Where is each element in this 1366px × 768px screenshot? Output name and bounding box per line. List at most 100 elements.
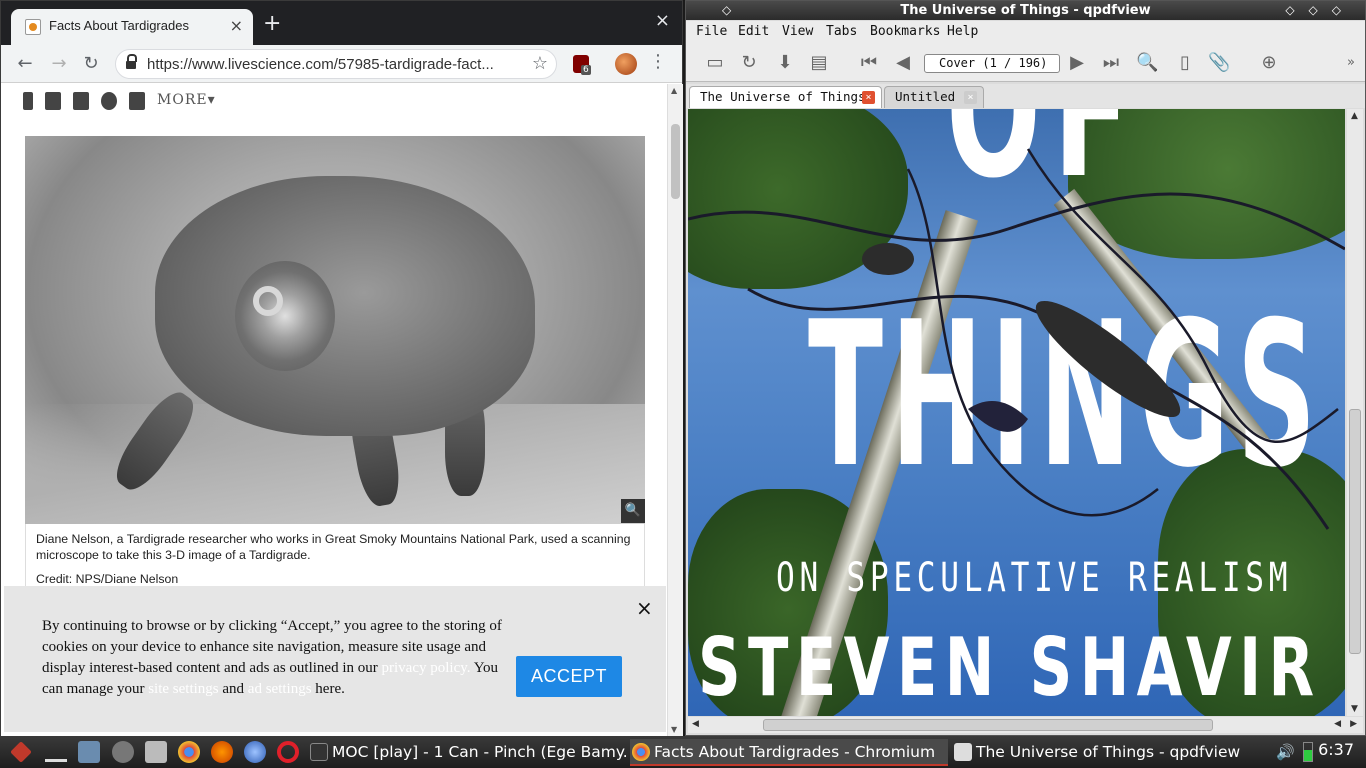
toolbar-overflow-icon[interactable]: » bbox=[1340, 53, 1362, 73]
site-settings-link[interactable]: site settings bbox=[148, 681, 218, 697]
profile-avatar[interactable] bbox=[615, 53, 637, 75]
scroll-left-arrow-icon[interactable]: ◀ bbox=[692, 719, 699, 729]
folder-icon[interactable] bbox=[145, 741, 167, 763]
menu-edit[interactable]: Edit bbox=[738, 24, 769, 39]
scroll-right-arrow-icon[interactable]: ▶ bbox=[1350, 719, 1357, 729]
tab-close-icon[interactable]: × bbox=[862, 91, 875, 104]
tab-label: Untitled bbox=[895, 89, 956, 104]
qpdf-title-bar: ◇ The Universe of Things - qpdfview ◇◇◇ bbox=[686, 1, 1365, 20]
pdf-horizontal-scrollbar[interactable]: ◀ ◀ ▶ bbox=[688, 717, 1363, 733]
cookie-consent-banner: By continuing to browse or by clicking “… bbox=[4, 586, 666, 732]
page-scrollbar[interactable]: ▲ ▼ bbox=[667, 84, 683, 736]
tardigrade-photo[interactable] bbox=[25, 136, 645, 524]
window-close-button[interactable]: × bbox=[655, 10, 670, 31]
share-bar: MORE▾ bbox=[23, 90, 216, 112]
pdf-document-icon bbox=[954, 743, 972, 761]
caption-text: Diane Nelson, a Tardigrade researcher wh… bbox=[36, 532, 631, 562]
scrollbar-thumb[interactable] bbox=[1349, 409, 1361, 654]
reload-icon[interactable]: ↻ bbox=[79, 52, 103, 76]
browser-globe-icon[interactable] bbox=[244, 741, 266, 763]
url-text[interactable]: https://www.livescience.com/57985-tardig… bbox=[147, 56, 519, 73]
file-manager-icon[interactable] bbox=[78, 741, 100, 763]
qpdf-tab-bar: The Universe of Things × Untitled × bbox=[686, 84, 1365, 108]
ublock-badge: 6 bbox=[581, 65, 591, 75]
search-icon[interactable]: 🔍 bbox=[1136, 53, 1158, 73]
cookie-close-icon[interactable]: × bbox=[636, 596, 653, 620]
menu-kebab-icon[interactable]: ⋮ bbox=[649, 51, 667, 72]
menu-file[interactable]: File bbox=[696, 24, 727, 39]
task-label: The Universe of Things - qpdfview bbox=[976, 743, 1241, 761]
open-icon[interactable]: ▭ bbox=[704, 53, 726, 73]
tab-close-icon[interactable]: × bbox=[964, 91, 977, 104]
photo-head bbox=[235, 261, 335, 371]
accept-button[interactable]: ACCEPT bbox=[516, 656, 622, 697]
first-page-icon[interactable]: ⏮ bbox=[858, 53, 880, 73]
flipboard-icon[interactable] bbox=[73, 92, 89, 110]
volume-icon[interactable]: 🔊 bbox=[1276, 743, 1295, 761]
menu-view[interactable]: View bbox=[782, 24, 813, 39]
start-menu-icon[interactable] bbox=[10, 741, 32, 763]
tab-untitled[interactable]: Untitled × bbox=[884, 86, 984, 108]
window-controls-icon[interactable]: ◇◇◇ bbox=[1285, 1, 1355, 20]
pdf-vertical-scrollbar[interactable]: ▲ ▼ bbox=[1347, 109, 1363, 716]
task-label: Facts About Tardigrades - Chromium bbox=[654, 743, 936, 761]
scroll-down-arrow-icon[interactable]: ▼ bbox=[1351, 704, 1358, 714]
stumbleupon-icon[interactable] bbox=[129, 92, 145, 110]
forward-arrow-icon[interactable]: → bbox=[47, 52, 71, 76]
scroll-left-arrow-icon[interactable]: ◀ bbox=[1334, 719, 1341, 729]
show-desktop-icon[interactable] bbox=[45, 748, 67, 762]
tab-close-icon[interactable]: × bbox=[230, 16, 243, 35]
scroll-up-arrow-icon[interactable]: ▲ bbox=[671, 86, 677, 95]
print-icon[interactable]: ▤ bbox=[808, 53, 830, 73]
tab-label: The Universe of Things bbox=[700, 89, 866, 104]
photo-body bbox=[155, 176, 535, 436]
last-page-icon[interactable]: ⏭ bbox=[1100, 53, 1122, 73]
scroll-down-arrow-icon[interactable]: ▼ bbox=[671, 725, 677, 734]
previous-page-icon[interactable]: ◀ bbox=[892, 53, 914, 73]
new-tab-button[interactable]: + bbox=[263, 11, 281, 36]
zoom-in-icon[interactable]: ⊕ bbox=[1258, 53, 1280, 73]
task-qpdfview[interactable]: The Universe of Things - qpdfview bbox=[952, 739, 1262, 766]
page-number-field[interactable]: Cover (1 / 196) bbox=[924, 54, 1060, 73]
attachment-icon[interactable]: 📎 bbox=[1208, 53, 1230, 73]
twitter-icon[interactable] bbox=[45, 92, 61, 110]
share-more-button[interactable]: MORE▾ bbox=[157, 92, 216, 110]
cookie-text-3: and bbox=[218, 681, 248, 697]
window-menu-icon[interactable]: ◇ bbox=[722, 1, 731, 20]
scrollbar-thumb[interactable] bbox=[671, 124, 680, 199]
scroll-up-arrow-icon[interactable]: ▲ bbox=[1351, 111, 1358, 121]
settings-gear-icon[interactable] bbox=[112, 741, 134, 763]
tab-universe-of-things[interactable]: The Universe of Things × bbox=[689, 86, 882, 108]
qpdf-toolbar: ▭ ↻ ⬇ ▤ ⏮ ◀ Cover (1 / 196) ▶ ⏭ 🔍 ▯ 📎 ⊕ … bbox=[686, 44, 1365, 82]
chromium-icon bbox=[632, 743, 650, 761]
reddit-icon[interactable] bbox=[101, 92, 117, 110]
cookie-text: By continuing to browse or by clicking “… bbox=[42, 616, 512, 700]
refresh-icon[interactable]: ↻ bbox=[738, 53, 760, 73]
save-icon[interactable]: ⬇ bbox=[774, 53, 796, 73]
browser-tab[interactable]: Facts About Tardigrades × bbox=[11, 9, 253, 45]
clock[interactable]: 6:37 bbox=[1318, 740, 1354, 759]
address-bar[interactable]: https://www.livescience.com/57985-tardig… bbox=[115, 49, 557, 79]
next-page-icon[interactable]: ▶ bbox=[1066, 53, 1088, 73]
firefox-launcher-icon[interactable] bbox=[211, 741, 233, 763]
ad-settings-link[interactable]: ad settings bbox=[248, 681, 312, 697]
menu-tabs[interactable]: Tabs bbox=[826, 24, 857, 39]
scrollbar-thumb[interactable] bbox=[763, 719, 1213, 731]
fit-page-icon[interactable]: ▯ bbox=[1174, 53, 1196, 73]
zoom-magnifier-icon[interactable]: 🔍 bbox=[621, 499, 645, 523]
privacy-policy-link[interactable]: privacy policy. bbox=[382, 660, 471, 676]
facebook-icon[interactable] bbox=[23, 92, 33, 110]
menu-help[interactable]: Help bbox=[947, 24, 978, 39]
bookmark-star-icon[interactable]: ☆ bbox=[532, 53, 548, 74]
taskbar: MOC [play] - 1 Can - Pinch (Ege Bamy... … bbox=[0, 736, 1366, 768]
chromium-launcher-icon[interactable] bbox=[178, 741, 200, 763]
task-label: MOC [play] - 1 Can - Pinch (Ege Bamy... bbox=[332, 743, 628, 761]
menu-bookmarks[interactable]: Bookmarks bbox=[870, 24, 940, 39]
lock-icon bbox=[126, 54, 137, 70]
opera-launcher-icon[interactable] bbox=[277, 741, 299, 763]
back-arrow-icon[interactable]: ← bbox=[13, 52, 37, 76]
task-chromium[interactable]: Facts About Tardigrades - Chromium bbox=[630, 739, 948, 766]
task-moc-player[interactable]: MOC [play] - 1 Can - Pinch (Ege Bamy... bbox=[308, 739, 628, 766]
cover-author: STEVEN SHAVIR bbox=[698, 621, 1322, 714]
pdf-page-view[interactable]: OF THINGS ON SPECULATIVE REALISM STEVEN … bbox=[688, 109, 1345, 716]
